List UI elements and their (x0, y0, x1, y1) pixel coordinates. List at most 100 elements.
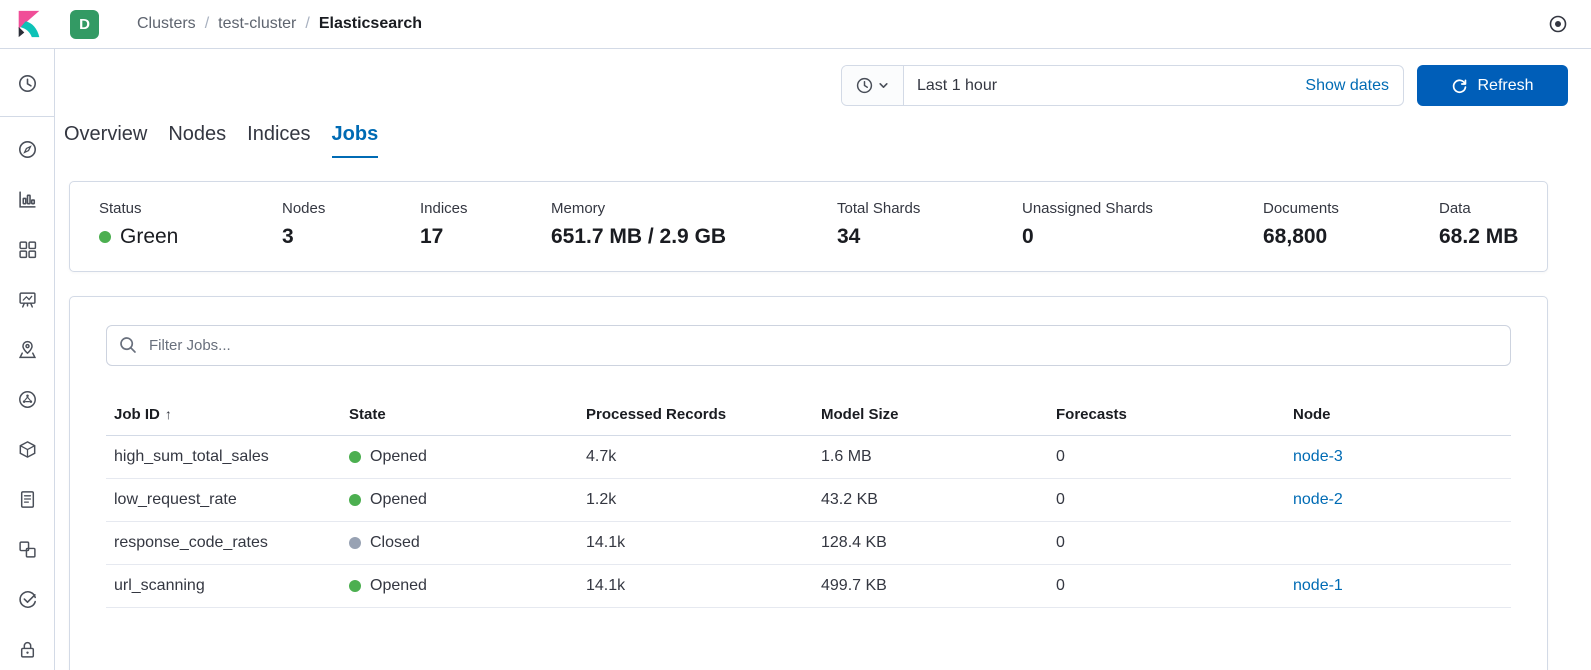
refresh-button[interactable]: Refresh (1417, 65, 1568, 106)
discover-icon[interactable] (10, 132, 44, 166)
time-range-value[interactable]: Last 1 hour (904, 77, 997, 95)
jobs-table: Job ID ↑ State Processed Records Model Si… (106, 400, 1511, 608)
help-icon[interactable] (1541, 7, 1575, 41)
metrics-icon[interactable] (10, 432, 44, 466)
job-id-cell: url_scanning (106, 564, 341, 608)
stat-value: 3 (282, 225, 294, 248)
sort-ascending-icon: ↑ (164, 406, 172, 422)
stat-total-shards: Total Shards 34 (837, 200, 1022, 249)
state-cell: Opened (341, 478, 578, 522)
model-size-cell: 43.2 KB (813, 478, 1048, 522)
monitoring-tabs: Overview Nodes Indices Jobs (56, 123, 1591, 158)
stat-value: Green (120, 225, 179, 248)
forecasts-cell: 0 (1048, 564, 1285, 608)
stat-data: Data 68.2 MB (1439, 200, 1518, 249)
job-id-cell: high_sum_total_sales (106, 435, 341, 479)
state-dot (349, 494, 361, 506)
table-row: high_sum_total_sales Opened 4.7k 1.6 MB … (106, 435, 1511, 479)
stat-value: 68.2 MB (1439, 225, 1519, 248)
tab-indices[interactable]: Indices (247, 123, 310, 158)
calendar-clock-icon (856, 77, 873, 94)
node-cell: node-2 (1285, 478, 1511, 522)
table-row: low_request_rate Opened 1.2k 43.2 KB 0 n… (106, 478, 1511, 522)
stat-indices: Indices 17 (420, 200, 551, 249)
ml-icon[interactable] (10, 382, 44, 416)
breadcrumb-elasticsearch: Elasticsearch (318, 15, 423, 32)
stat-documents: Documents 68,800 (1263, 200, 1439, 249)
table-row: response_code_rates Closed 14.1k 128.4 K… (106, 521, 1511, 565)
stat-label: Indices (420, 200, 468, 217)
quick-select-button[interactable] (842, 66, 904, 105)
column-header-processed-records[interactable]: Processed Records (578, 400, 813, 436)
node-link[interactable]: node-1 (1293, 577, 1343, 594)
stat-label: Unassigned Shards (1022, 200, 1153, 217)
node-link[interactable]: node-3 (1293, 448, 1343, 465)
model-size-cell: 1.6 MB (813, 435, 1048, 479)
stat-label: Memory (551, 200, 606, 217)
stat-value: 0 (1022, 225, 1034, 248)
forecasts-cell: 0 (1048, 478, 1285, 522)
stat-memory: Memory 651.7 MB / 2.9 GB (551, 200, 837, 249)
column-header-state[interactable]: State (341, 400, 578, 436)
table-row: url_scanning Opened 14.1k 499.7 KB 0 nod… (106, 564, 1511, 608)
processed-records-cell: 1.2k (578, 478, 813, 522)
job-id-cell: response_code_rates (106, 521, 341, 565)
breadcrumb-test-cluster[interactable]: test-cluster (218, 15, 296, 33)
stat-unassigned-shards: Unassigned Shards 0 (1022, 200, 1263, 249)
main-content: Last 1 hour Show dates Refresh Overview … (56, 50, 1591, 670)
app-sidebar (0, 49, 55, 670)
state-dot (349, 537, 361, 549)
health-dot (99, 231, 111, 243)
kibana-logo-icon[interactable] (12, 7, 46, 41)
tab-overview[interactable]: Overview (64, 123, 147, 158)
tab-jobs[interactable]: Jobs (331, 123, 379, 158)
security-icon[interactable] (10, 632, 44, 666)
refresh-icon (1453, 79, 1467, 94)
breadcrumb-clusters[interactable]: Clusters (137, 15, 196, 33)
dashboard-icon[interactable] (10, 232, 44, 266)
model-size-cell: 499.7 KB (813, 564, 1048, 608)
stat-label: Total Shards (837, 200, 921, 217)
stat-label: Documents (1263, 200, 1339, 217)
node-link[interactable]: node-2 (1293, 491, 1343, 508)
time-toolbar: Last 1 hour Show dates Refresh (56, 65, 1568, 106)
node-cell (1285, 521, 1511, 565)
search-icon (119, 336, 137, 359)
column-header-model-size[interactable]: Model Size (813, 400, 1048, 436)
visualize-icon[interactable] (10, 182, 44, 216)
state-dot (349, 451, 361, 463)
stat-label: Data (1439, 200, 1471, 217)
refresh-label: Refresh (1477, 76, 1534, 94)
uptime-icon[interactable] (10, 582, 44, 616)
stat-status: Status Green (99, 200, 282, 249)
stat-value: 68,800 (1263, 225, 1328, 248)
stat-nodes: Nodes 3 (282, 200, 420, 249)
column-header-node[interactable]: Node (1285, 400, 1511, 436)
stat-label: Nodes (282, 200, 326, 217)
space-avatar[interactable]: D (70, 9, 99, 39)
column-label: Job ID (114, 406, 160, 423)
breadcrumb: Clusters / test-cluster / Elasticsearch (137, 15, 422, 33)
stat-value: 651.7 MB / 2.9 GB (551, 225, 727, 248)
chevron-down-icon (879, 83, 888, 88)
sidebar-divider (0, 116, 55, 117)
canvas-icon[interactable] (10, 282, 44, 316)
stat-label: Status (99, 200, 142, 217)
maps-icon[interactable] (10, 332, 44, 366)
filter-jobs-input[interactable] (106, 325, 1511, 366)
tab-nodes[interactable]: Nodes (168, 123, 226, 158)
breadcrumb-separator: / (305, 15, 310, 32)
state-cell: Opened (341, 564, 578, 608)
recent-icon[interactable] (10, 66, 44, 100)
apm-icon[interactable] (10, 532, 44, 566)
date-picker[interactable]: Last 1 hour Show dates (841, 65, 1404, 106)
logs-icon[interactable] (10, 482, 44, 516)
state-cell: Closed (341, 521, 578, 565)
processed-records-cell: 14.1k (578, 564, 813, 608)
column-header-job-id[interactable]: Job ID ↑ (106, 400, 341, 436)
cluster-summary-panel: Status Green Nodes 3 Indices 17 Memory 6… (69, 181, 1548, 272)
column-header-forecasts[interactable]: Forecasts (1048, 400, 1285, 436)
show-dates-button[interactable]: Show dates (1305, 77, 1403, 95)
jobs-table-header-row: Job ID ↑ State Processed Records Model Si… (106, 400, 1511, 436)
top-header: D Clusters / test-cluster / Elasticsearc… (0, 0, 1591, 49)
